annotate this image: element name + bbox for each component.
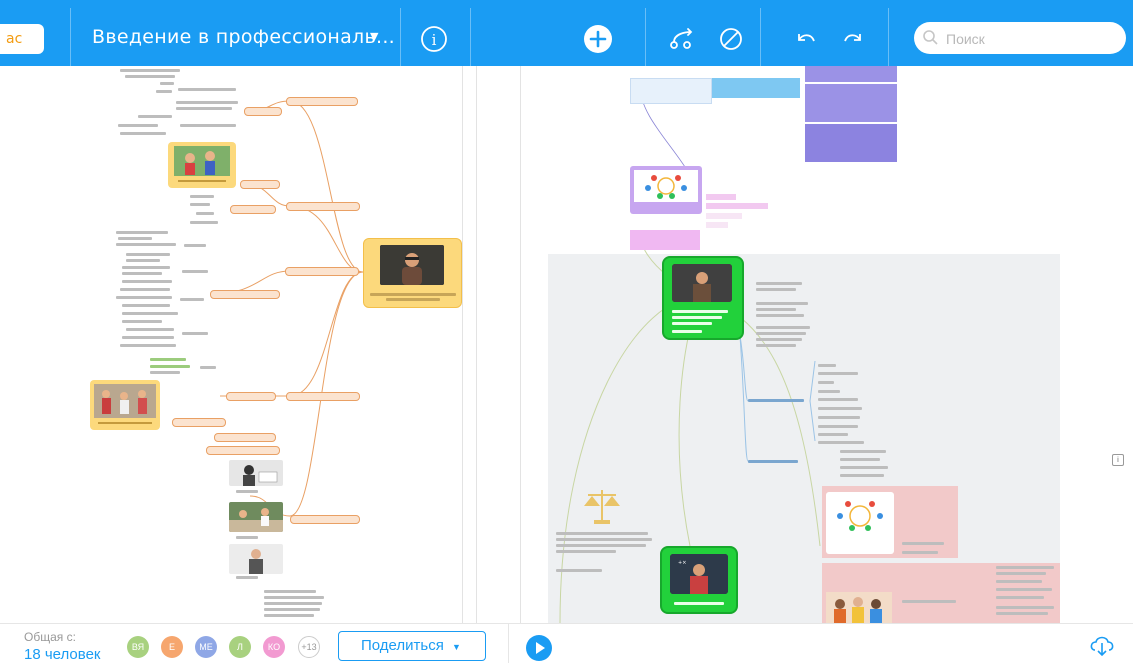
shared-count-link[interactable]: 18 человек — [24, 646, 100, 663]
image-node[interactable] — [229, 460, 283, 486]
toolbar-divider — [888, 8, 889, 66]
green-node[interactable]: +× — [660, 546, 738, 614]
image-node[interactable] — [90, 380, 160, 430]
image-node[interactable] — [229, 502, 283, 532]
shared-with-label: Общая с: — [24, 630, 76, 644]
undo-icon[interactable] — [791, 24, 821, 54]
teacher-image — [380, 245, 444, 285]
people-circle-image — [634, 170, 698, 202]
mindmap-canvas[interactable]: +× i — [0, 66, 1133, 623]
branch-node[interactable] — [214, 433, 276, 442]
map-node[interactable] — [706, 194, 736, 200]
leaf-text — [996, 580, 1042, 583]
map-title[interactable]: Введение в профессиональ... — [92, 26, 395, 48]
map-node[interactable] — [805, 66, 897, 82]
branch-node[interactable] — [172, 418, 226, 427]
image-node[interactable] — [168, 142, 236, 188]
svg-text:i: i — [432, 31, 437, 49]
avatar[interactable]: Л — [229, 636, 251, 658]
footer-divider — [508, 624, 509, 663]
chevron-down-icon: ▼ — [452, 642, 461, 652]
toolbar-divider — [760, 8, 761, 66]
leaf-text — [996, 596, 1044, 599]
avatar[interactable]: Е — [161, 636, 183, 658]
map-node[interactable] — [630, 78, 712, 104]
branch-node[interactable] — [285, 267, 359, 276]
lesson-photo — [229, 502, 283, 532]
leaf-text — [996, 572, 1046, 575]
share-button[interactable]: Поделиться ▼ — [338, 631, 486, 661]
branch-node[interactable] — [240, 180, 280, 189]
leaf-text — [902, 600, 956, 603]
teacher-image: +× — [670, 554, 728, 594]
search-input[interactable] — [944, 27, 1118, 51]
leaf-text — [996, 612, 1048, 615]
chevron-down-icon[interactable]: ▼ — [370, 30, 378, 43]
redo-icon[interactable] — [838, 24, 868, 54]
map-node[interactable] — [706, 213, 742, 219]
avatar[interactable]: КО — [263, 636, 285, 658]
map-node[interactable] — [712, 78, 800, 98]
bottom-bar: Общая с: 18 человек ВЯ Е МЕ Л КО +13 Под… — [0, 623, 1133, 663]
leaf-text — [902, 551, 938, 554]
avatar[interactable]: МЕ — [195, 636, 217, 658]
scales-icon — [582, 486, 622, 530]
map-node[interactable] — [706, 222, 728, 228]
leaf-text — [902, 542, 944, 545]
image-node[interactable] — [826, 492, 894, 554]
add-icon[interactable] — [583, 24, 613, 54]
student-photo — [229, 460, 283, 486]
more-users-badge[interactable]: +13 — [298, 636, 320, 658]
branch-node[interactable] — [226, 392, 276, 401]
info-icon[interactable]: i — [419, 24, 449, 54]
central-node[interactable] — [363, 238, 462, 308]
image-node[interactable] — [229, 544, 283, 574]
toolbar-divider — [470, 8, 471, 66]
toolbar-divider — [645, 8, 646, 66]
branch-node[interactable] — [206, 446, 280, 455]
branch-node[interactable] — [290, 515, 360, 524]
top-toolbar: ас Введение в профессиональ... ▼ i — [0, 0, 1133, 66]
green-node[interactable] — [662, 256, 744, 340]
branch-icon[interactable] — [667, 24, 697, 54]
svg-text:+×: +× — [678, 560, 686, 566]
share-button-label: Поделиться — [361, 637, 444, 654]
map-node[interactable] — [805, 124, 897, 162]
image-node[interactable] — [630, 166, 702, 214]
toolbar-divider — [70, 8, 71, 66]
image-node[interactable] — [826, 592, 892, 623]
teacher-photo — [229, 544, 283, 574]
info-icon[interactable]: i — [1112, 454, 1124, 466]
play-icon[interactable] — [526, 635, 552, 661]
children-photo — [174, 146, 230, 182]
teacher-image — [672, 264, 732, 302]
map-node[interactable] — [630, 230, 700, 250]
branch-node[interactable] — [244, 107, 282, 116]
children-photo — [826, 592, 892, 623]
leaf-text — [996, 588, 1052, 591]
people-circle-image — [837, 501, 883, 531]
branch-node[interactable] — [286, 202, 360, 211]
search-box[interactable] — [914, 22, 1126, 54]
classroom-photo — [94, 384, 156, 424]
map-node[interactable] — [805, 84, 897, 122]
cloud-download-icon[interactable] — [1088, 633, 1116, 657]
leaf-text — [996, 606, 1054, 609]
back-button[interactable]: ас — [0, 24, 44, 54]
avatar[interactable]: ВЯ — [127, 636, 149, 658]
map-node[interactable] — [706, 203, 768, 209]
branch-node[interactable] — [286, 97, 358, 106]
no-icon[interactable] — [716, 24, 746, 54]
toolbar-divider — [400, 8, 401, 66]
branch-node[interactable] — [286, 392, 360, 401]
search-icon — [922, 29, 940, 47]
branch-node[interactable] — [210, 290, 280, 299]
leaf-text — [996, 566, 1054, 569]
central-node-caption — [368, 291, 458, 303]
branch-node[interactable] — [230, 205, 276, 214]
